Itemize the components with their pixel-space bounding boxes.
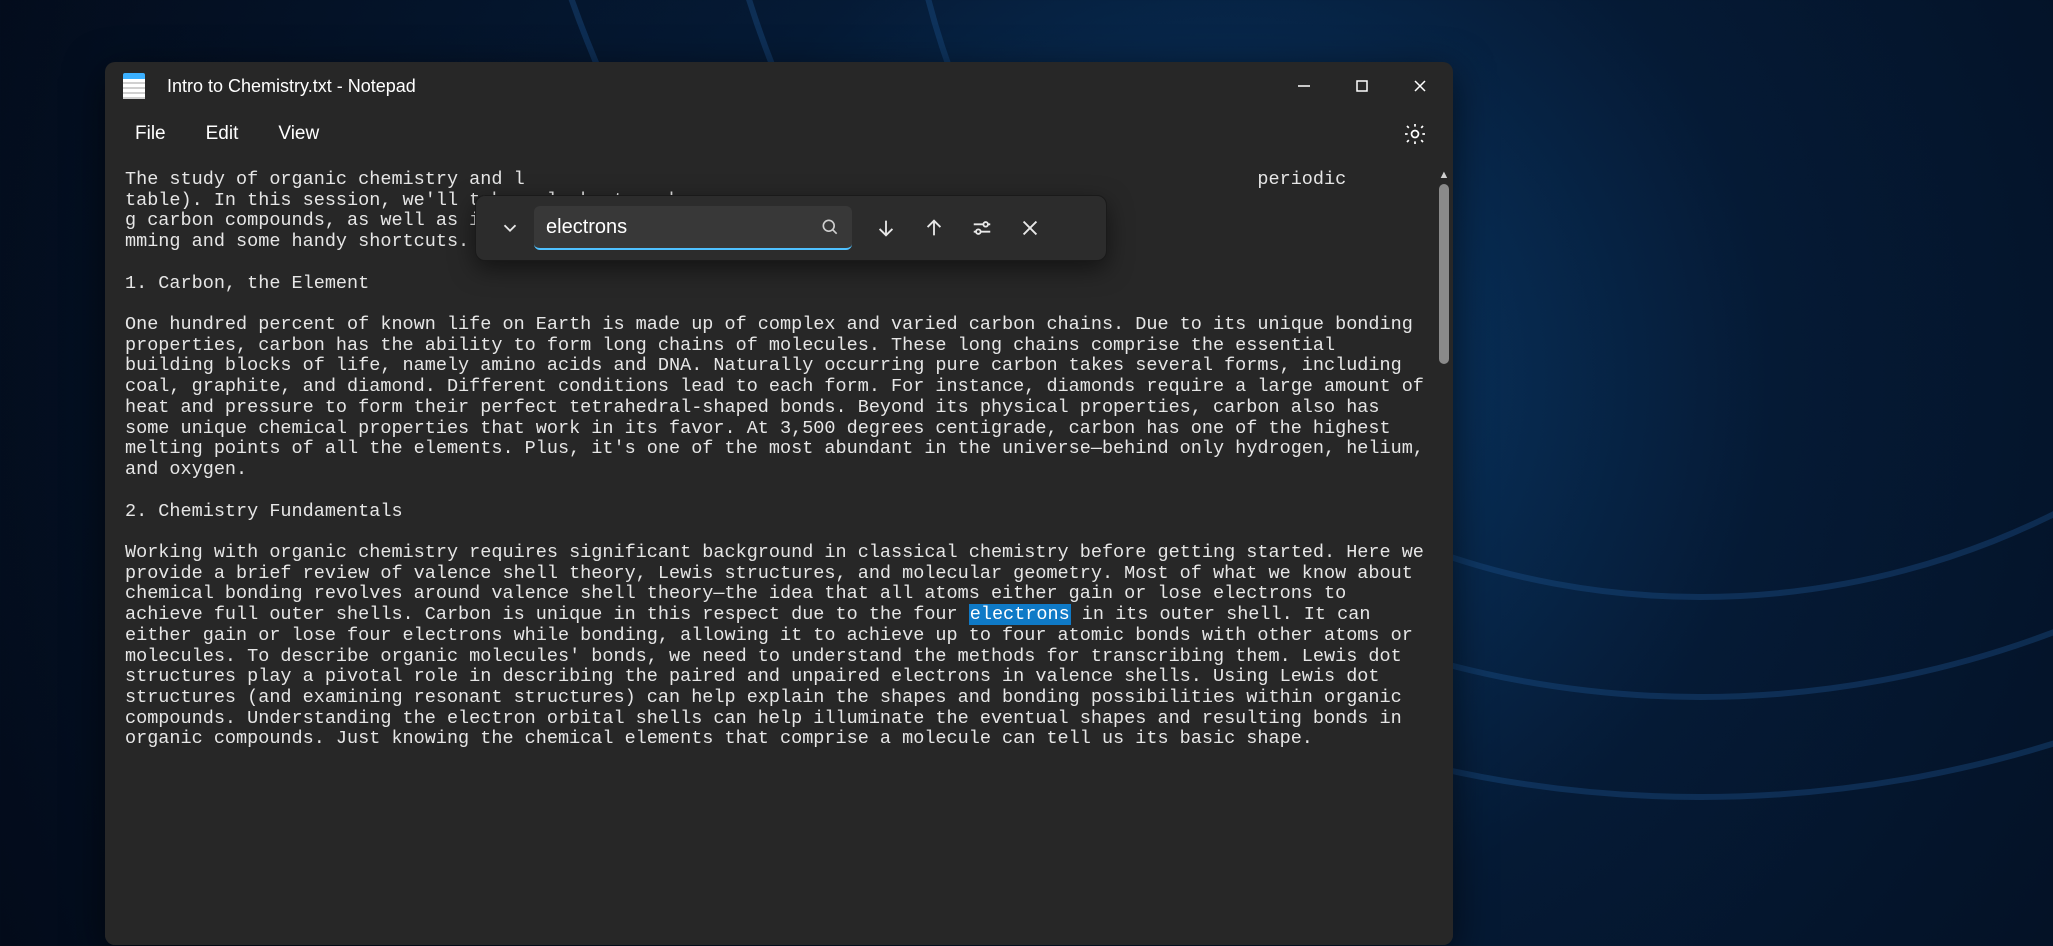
text: The study of organic chemistry and l	[125, 169, 525, 190]
scroll-thumb[interactable]	[1439, 184, 1449, 364]
vertical-scrollbar[interactable]: ▲	[1435, 166, 1453, 945]
find-close-button[interactable]	[1006, 204, 1054, 252]
search-highlight: electrons	[969, 604, 1071, 625]
scroll-track[interactable]	[1435, 184, 1453, 945]
settings-button[interactable]	[1393, 112, 1437, 156]
maximize-button[interactable]	[1333, 62, 1391, 110]
minimize-icon	[1297, 79, 1311, 93]
titlebar[interactable]: Intro to Chemistry.txt - Notepad	[105, 62, 1453, 110]
menu-view[interactable]: View	[258, 113, 339, 155]
minimize-button[interactable]	[1275, 62, 1333, 110]
maximize-icon	[1355, 79, 1369, 93]
editor-area[interactable]: The study of organic chemistry and l per…	[105, 158, 1453, 945]
scroll-up-arrow[interactable]: ▲	[1435, 166, 1453, 184]
window-title: Intro to Chemistry.txt - Notepad	[167, 76, 1275, 97]
sliders-icon	[971, 217, 993, 239]
chevron-down-icon	[499, 217, 521, 239]
find-previous-button[interactable]	[910, 204, 958, 252]
text-content[interactable]: The study of organic chemistry and l per…	[105, 158, 1453, 945]
close-icon	[1413, 79, 1427, 93]
find-bar	[475, 195, 1107, 261]
find-next-button[interactable]	[862, 204, 910, 252]
search-icon	[820, 217, 840, 237]
text: One hundred percent of known life on Ear…	[125, 314, 1435, 480]
find-input[interactable]	[546, 216, 820, 239]
section-heading: 1. Carbon, the Element	[125, 273, 369, 294]
menu-edit[interactable]: Edit	[186, 113, 259, 155]
find-options-button[interactable]	[958, 204, 1006, 252]
gear-icon	[1402, 121, 1428, 147]
close-icon	[1019, 217, 1041, 239]
arrow-up-icon	[923, 217, 945, 239]
text: mming and some handy shortcuts.	[125, 231, 469, 252]
find-expand-button[interactable]	[486, 204, 534, 252]
menu-file[interactable]: File	[115, 113, 186, 155]
notepad-app-icon	[123, 73, 145, 99]
arrow-down-icon	[875, 217, 897, 239]
section-heading: 2. Chemistry Fundamentals	[125, 501, 403, 522]
text: in its outer shell. It can either gain o…	[125, 604, 1424, 749]
close-button[interactable]	[1391, 62, 1449, 110]
find-input-container[interactable]	[534, 206, 852, 250]
menubar: File Edit View	[105, 110, 1453, 158]
